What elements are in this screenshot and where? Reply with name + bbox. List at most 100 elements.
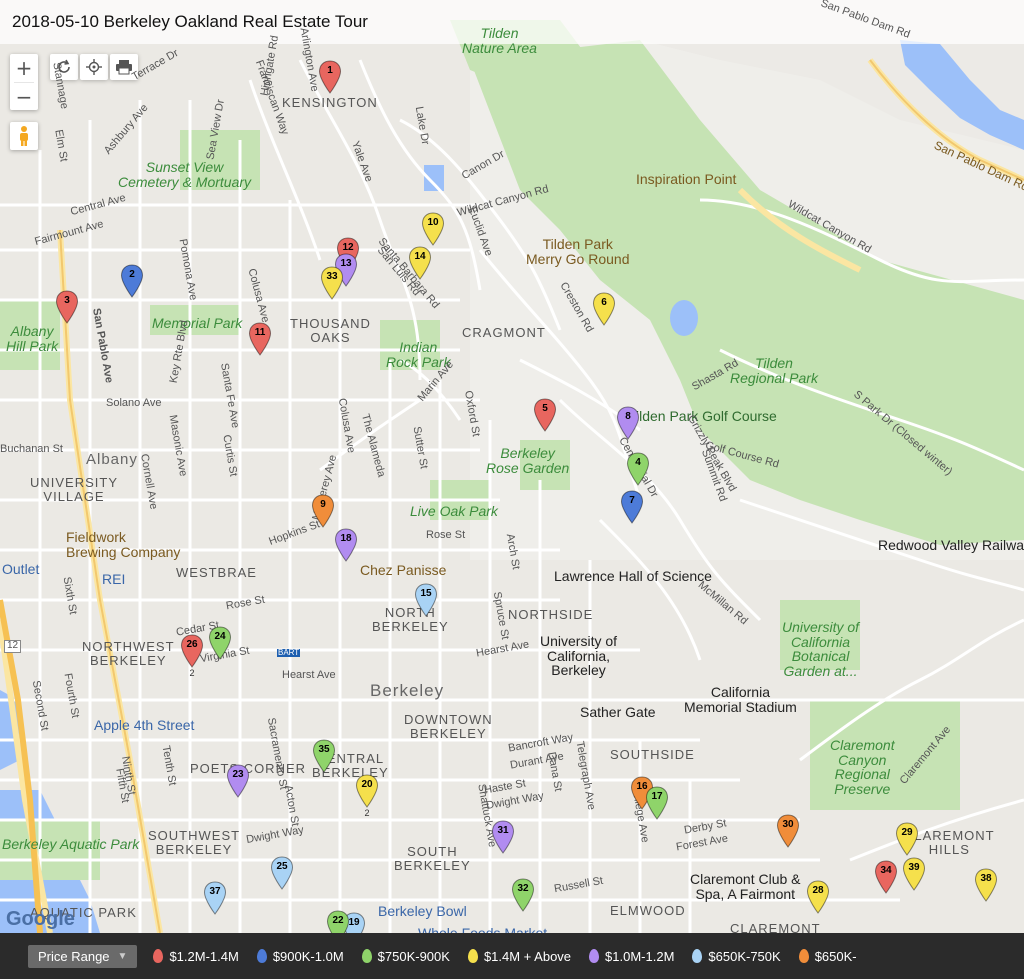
- property-pin-5[interactable]: 5: [533, 398, 557, 432]
- pin-number: 8: [625, 411, 631, 422]
- pin-number: 28: [812, 885, 824, 896]
- map-marker-icon: [361, 949, 372, 963]
- label-lawrence-hall: Lawrence Hall of Science: [554, 568, 712, 584]
- map-marker-icon: [153, 949, 164, 963]
- property-pin-6[interactable]: 6: [592, 292, 616, 326]
- legend-label: $750K-900K: [377, 948, 450, 964]
- locate-button[interactable]: [80, 54, 108, 80]
- label-berkeley-rose-garden: Berkeley Rose Garden: [486, 445, 570, 476]
- label-fieldwork-brewing: Fieldwork Brewing Company: [66, 529, 181, 560]
- map-marker-icon: [692, 949, 703, 963]
- legend-label: $900K-1.0M: [272, 948, 344, 964]
- pin-number: 7: [629, 495, 635, 506]
- property-pin-39[interactable]: 39: [902, 857, 926, 891]
- map-marker-icon: [589, 949, 600, 963]
- pin-number: 12: [342, 242, 354, 253]
- pin-number: 37: [209, 886, 221, 897]
- property-pin-10[interactable]: 10: [421, 212, 445, 246]
- label-southwest-berkeley: SOUTHWEST BERKELEY: [148, 828, 241, 857]
- map-canvas[interactable]: 2018-05-10 Berkeley Oakland Real Estate …: [0, 0, 1024, 979]
- property-pin-29[interactable]: 29: [895, 822, 919, 856]
- legend-item[interactable]: $1.2M-1.4M: [153, 948, 239, 964]
- label-berkeley-bowl: Berkeley Bowl: [378, 903, 467, 919]
- property-pin-28[interactable]: 28: [806, 880, 830, 914]
- label-live-oak-park: Live Oak Park: [410, 503, 498, 519]
- label-berkeley: Berkeley: [370, 681, 445, 700]
- pin-number: 23: [232, 769, 244, 780]
- property-pin-34[interactable]: 34: [874, 860, 898, 894]
- label-rose-st: Rose St: [426, 529, 466, 541]
- pin-number: 10: [427, 217, 439, 228]
- legend-bar: Price Range ▼ $1.2M-1.4M $900K-1.0M $750K-…: [0, 933, 1024, 979]
- crosshair-icon: [86, 59, 102, 75]
- property-pin-18[interactable]: 18: [334, 528, 358, 562]
- property-pin-20[interactable]: 20 2: [355, 774, 379, 818]
- property-pin-4[interactable]: 4: [626, 452, 650, 486]
- legend-item[interactable]: $750K-900K: [361, 948, 450, 964]
- pin-number: 2: [129, 269, 135, 280]
- pin-number: 4: [635, 457, 641, 468]
- property-pin-15[interactable]: 15: [414, 583, 438, 617]
- property-pin-26[interactable]: 26 2: [180, 634, 204, 678]
- label-elmwood: ELMWOOD: [610, 903, 686, 918]
- hwy-shield-12: 12: [4, 640, 22, 653]
- property-pin-1[interactable]: 1: [318, 60, 342, 94]
- pin-number: 34: [880, 865, 892, 876]
- label-albany: Albany: [86, 451, 138, 468]
- property-pin-3[interactable]: 3: [55, 290, 79, 324]
- pin-number: 18: [340, 533, 352, 544]
- property-pin-23[interactable]: 23: [226, 764, 250, 798]
- property-pin-33[interactable]: 33: [320, 266, 344, 300]
- label-westbrae: WESTBRAE: [176, 565, 257, 580]
- property-pin-8[interactable]: 8: [616, 406, 640, 440]
- property-pin-11[interactable]: 11: [248, 322, 272, 356]
- legend-item[interactable]: $650K-750K: [692, 948, 781, 964]
- legend-item[interactable]: $900K-1.0M: [256, 948, 344, 964]
- property-pin-37[interactable]: 37: [203, 881, 227, 915]
- legend-item[interactable]: $650K-: [798, 949, 857, 964]
- property-pin-14[interactable]: 14: [408, 246, 432, 280]
- legend-items: $1.2M-1.4M $900K-1.0M $750K-900K $1.4M + Ab…: [153, 949, 874, 964]
- property-pin-17[interactable]: 17: [645, 786, 669, 820]
- legend-label: $1.2M-1.4M: [169, 948, 239, 964]
- zoom-in-button[interactable]: +: [10, 54, 38, 82]
- label-northside: NORTHSIDE: [508, 607, 594, 622]
- label-albany-hill: Albany Hill Park: [6, 323, 59, 354]
- street-view-button[interactable]: [10, 122, 38, 150]
- property-pin-35[interactable]: 35: [312, 739, 336, 773]
- label-tilden-nature-area: Tilden Nature Area: [462, 25, 537, 56]
- label-downtown-berkeley: DOWNTOWN BERKELEY: [404, 712, 493, 741]
- pin-number: 15: [420, 588, 432, 599]
- price-range-label: Price Range: [38, 948, 110, 964]
- property-pin-38[interactable]: 38: [974, 868, 998, 902]
- pin-number: 32: [517, 883, 529, 894]
- zoom-out-button[interactable]: −: [10, 83, 38, 111]
- label-cragmont: CRAGMONT: [462, 325, 546, 340]
- label-south-berkeley: SOUTH BERKELEY: [394, 844, 471, 873]
- legend-label: $650K-750K: [708, 948, 781, 964]
- label-tilden-golf-course: ilden Park Golf Course: [636, 408, 777, 424]
- label-sunset-view: Sunset View Cemetery & Mortuary: [118, 159, 252, 190]
- label-apple-4th-street: Apple 4th Street: [94, 717, 195, 733]
- label-hearst-ave-west: Hearst Ave: [282, 669, 336, 681]
- label-solano-ave: Solano Ave: [106, 397, 162, 409]
- property-pin-32[interactable]: 32: [511, 878, 535, 912]
- legend-item[interactable]: $1.0M-1.2M: [589, 949, 674, 964]
- legend-label: $1.0M-1.2M: [605, 948, 675, 964]
- label-berkeley-aquatic-park: Berkeley Aquatic Park: [2, 836, 140, 852]
- pin-number: 26: [186, 639, 198, 650]
- label-tilden-merry-go-round: Tilden Park Merry Go Round: [526, 236, 630, 267]
- property-pin-2[interactable]: 2: [120, 264, 144, 298]
- property-pin-31[interactable]: 31: [491, 820, 515, 854]
- map-marker-icon: [467, 949, 478, 963]
- price-range-button[interactable]: Price Range ▼: [28, 944, 138, 968]
- property-pin-9[interactable]: 9: [311, 494, 335, 528]
- property-pin-7[interactable]: 7: [620, 490, 644, 524]
- label-kensington: KENSINGTON: [282, 95, 378, 110]
- property-pin-30[interactable]: 30: [776, 814, 800, 848]
- property-pin-24[interactable]: 24: [208, 626, 232, 660]
- legend-item[interactable]: $1.4M + Above: [467, 949, 571, 964]
- zoom-control: + −: [10, 54, 38, 110]
- label-inspiration-point: Inspiration Point: [636, 171, 737, 187]
- property-pin-25[interactable]: 25: [270, 856, 294, 890]
